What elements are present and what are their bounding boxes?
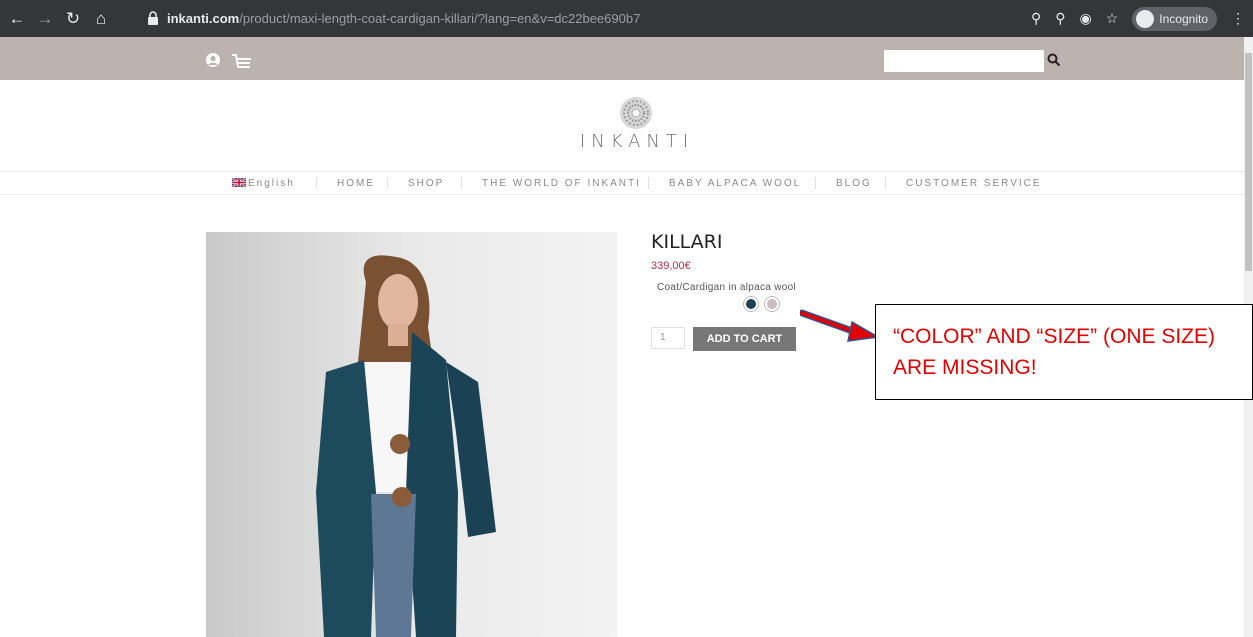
search-input[interactable] xyxy=(884,50,1044,72)
product-title: KILLARI xyxy=(651,231,723,253)
zoom-icon[interactable]: ⚲ xyxy=(1055,10,1065,27)
search-icon[interactable] xyxy=(1047,53,1061,67)
menu-item-language[interactable]: English xyxy=(232,178,295,189)
quantity-input[interactable]: 1 xyxy=(651,327,685,349)
color-swatch-mauve[interactable] xyxy=(765,297,779,311)
uk-flag-icon xyxy=(232,178,246,187)
annotation-callout: “COLOR” AND “SIZE” (ONE SIZE) ARE MISSIN… xyxy=(875,304,1253,400)
forward-icon[interactable]: → xyxy=(34,8,56,30)
product-description: Coat/Cardigan in alpaca wool xyxy=(657,282,797,293)
menu-divider xyxy=(815,177,816,189)
color-swatch-blue[interactable] xyxy=(744,297,758,311)
menu-item-blog[interactable]: BLOG xyxy=(836,178,872,189)
menu-divider xyxy=(461,177,462,189)
address-bar[interactable]: inkanti.com/product/maxi-length-coat-car… xyxy=(147,5,1017,31)
scroll-thumb[interactable] xyxy=(1245,53,1252,271)
user-icon[interactable] xyxy=(204,53,222,69)
menu-item-baby-alpaca-wool[interactable]: BABY ALPACA WOOL xyxy=(669,178,801,189)
main-menu: English HOME SHOP THE WORLD OF INKANTI B… xyxy=(0,171,1244,195)
menu-item-home[interactable]: HOME xyxy=(337,178,375,189)
lock-icon xyxy=(148,11,158,25)
reload-icon[interactable]: ↻ xyxy=(62,8,84,30)
back-icon[interactable]: ← xyxy=(6,8,28,30)
url-path: /product/maxi-length-coat-cardigan-killa… xyxy=(239,10,641,26)
menu-divider xyxy=(885,177,886,189)
url-host: inkanti.com xyxy=(167,10,240,26)
star-icon[interactable]: ☆ xyxy=(1106,10,1119,27)
cart-icon[interactable] xyxy=(231,53,253,73)
annotation-arrow xyxy=(800,309,880,342)
add-to-cart-button[interactable]: ADD TO CART xyxy=(693,327,796,351)
incognito-label: Incognito xyxy=(1159,11,1208,26)
menu-divider xyxy=(387,177,388,189)
browser-toolbar: ← → ↻ ⌂ inkanti.com/product/maxi-length-… xyxy=(0,0,1253,37)
menu-label-language: English xyxy=(248,178,295,189)
logo-icon[interactable] xyxy=(619,96,653,130)
key-icon[interactable]: ⚲ xyxy=(1031,10,1041,27)
menu-divider xyxy=(648,177,649,189)
menu-item-shop[interactable]: SHOP xyxy=(408,178,444,189)
product-image[interactable] xyxy=(206,232,617,637)
home-icon[interactable]: ⌂ xyxy=(90,8,112,30)
product-price: 339,00€ xyxy=(651,260,691,272)
menu-item-world-of-inkanti[interactable]: THE WORLD OF INKANTI xyxy=(482,178,641,189)
site-topbar xyxy=(0,37,1244,80)
eye-off-icon[interactable]: ◉ xyxy=(1080,10,1092,27)
incognito-badge[interactable]: Incognito xyxy=(1132,6,1217,31)
menu-divider xyxy=(316,177,317,189)
incognito-icon xyxy=(1136,9,1155,28)
menu-item-customer-service[interactable]: CUSTOMER SERVICE xyxy=(906,178,1042,189)
logo-text[interactable]: INKANTI xyxy=(560,131,714,152)
menu-kebab-icon[interactable]: ⋮ xyxy=(1231,10,1245,27)
